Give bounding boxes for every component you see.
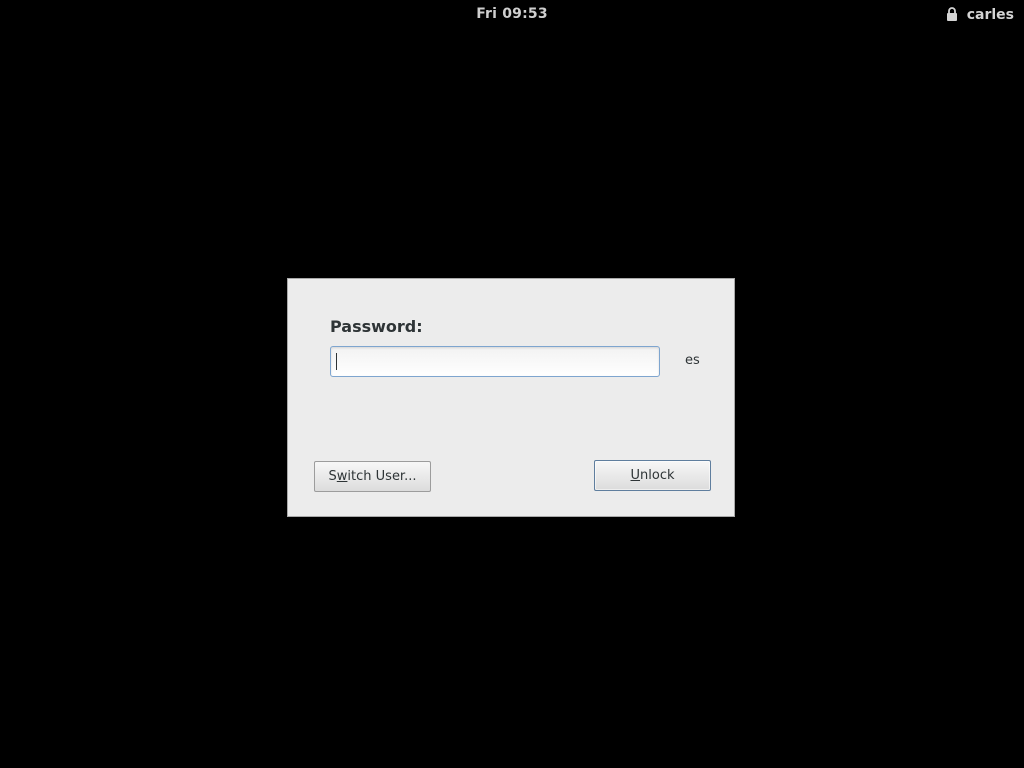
top-bar: Fri 09:53 carles — [0, 0, 1024, 30]
unlock-mnemonic: U — [630, 468, 641, 483]
switch-user-button[interactable]: Sw itch User... — [314, 461, 431, 492]
switch-user-label-pre: S — [328, 469, 337, 484]
lock-icon — [946, 7, 958, 21]
clock[interactable]: Fri 09:53 — [0, 6, 1024, 22]
password-field[interactable] — [330, 346, 660, 377]
unlock-dialog: Password: es Sw itch User... Unlock — [287, 278, 735, 517]
lock-screen: Fri 09:53 carles Password: es Sw itch Use… — [0, 0, 1024, 768]
switch-user-label-post: itch User... — [347, 469, 417, 484]
user-menu[interactable]: carles — [946, 5, 1014, 25]
unlock-button[interactable]: Unlock — [594, 460, 711, 491]
unlock-label-post: nlock — [640, 468, 675, 483]
user-name: carles — [966, 7, 1014, 23]
switch-user-mnemonic: w — [336, 469, 348, 484]
password-label: Password: — [330, 317, 423, 336]
keyboard-layout-indicator[interactable]: es — [685, 353, 700, 368]
text-caret — [336, 353, 337, 370]
